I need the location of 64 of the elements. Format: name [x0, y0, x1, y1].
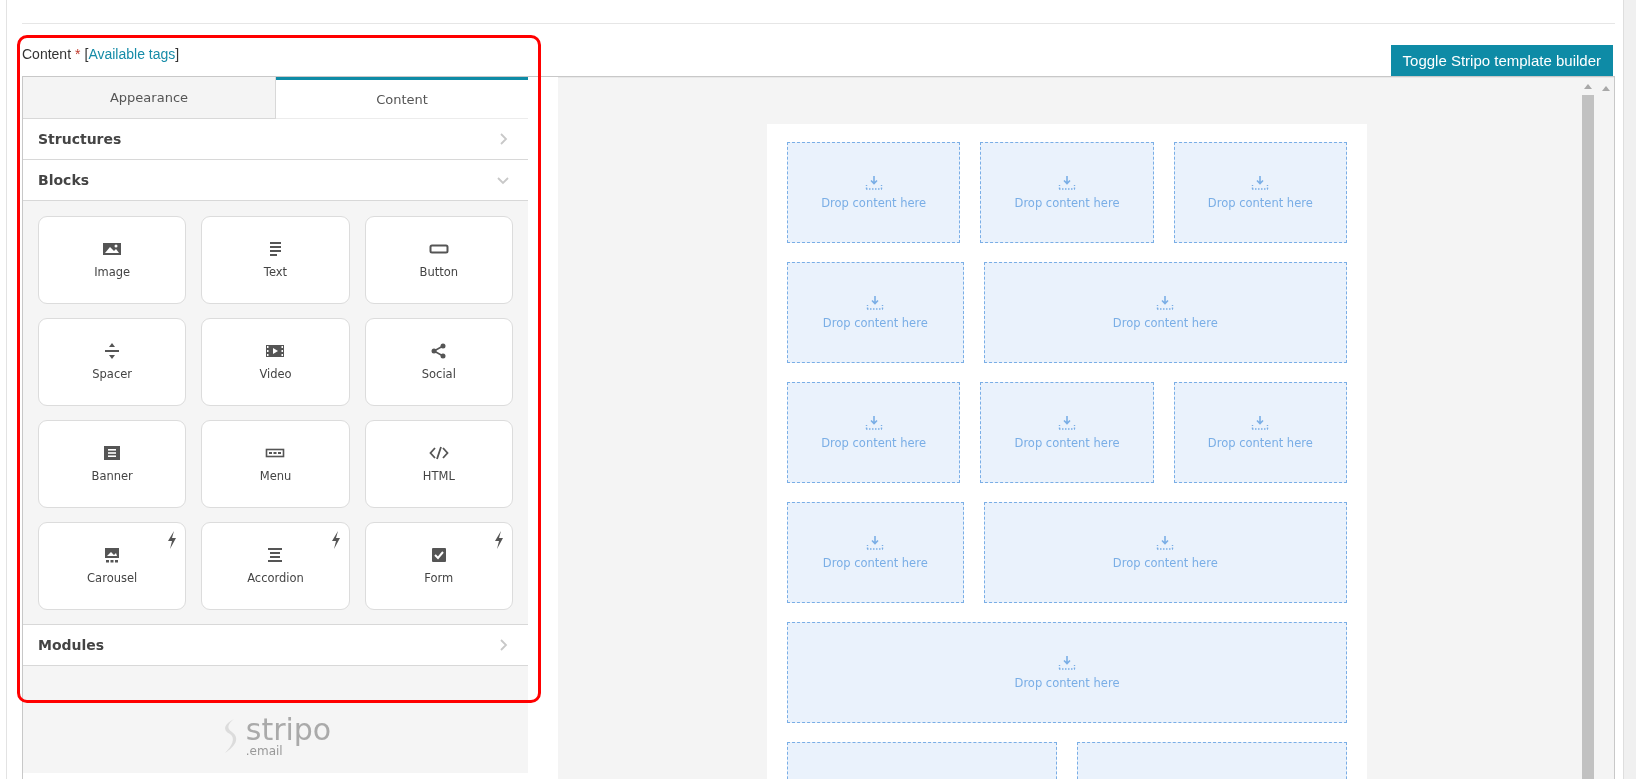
- drop-hint: Drop content here: [1207, 195, 1313, 210]
- block-label: Video: [259, 367, 292, 381]
- drop-icon: [1156, 295, 1175, 310]
- logo-suffix: .email: [245, 745, 283, 757]
- bracket: ]: [175, 46, 180, 62]
- block-label: Accordion: [247, 571, 304, 585]
- lightning-icon: [494, 531, 504, 549]
- drop-icon: [1251, 415, 1270, 430]
- drop-hint: Drop content here: [1207, 435, 1313, 450]
- html-block-icon: [428, 445, 449, 461]
- block-card[interactable]: Button: [364, 216, 513, 304]
- drop-hint: Drop content here: [822, 315, 928, 330]
- toggle-builder-button[interactable]: Toggle Stripo template builder: [1390, 45, 1613, 76]
- block-card[interactable]: Form: [364, 522, 513, 610]
- drop-hint: Drop content here: [822, 555, 928, 570]
- block-card[interactable]: Banner: [38, 420, 187, 508]
- block-label: Spacer: [92, 367, 133, 381]
- block-label: Carousel: [87, 571, 138, 585]
- video-block-icon: [265, 343, 286, 359]
- image-block-icon: [102, 241, 123, 257]
- lightning-icon: [167, 531, 178, 549]
- block-label: Menu: [259, 469, 292, 483]
- block-card[interactable]: Carousel: [38, 522, 187, 610]
- block-card[interactable]: Video: [201, 318, 350, 406]
- required-mark: *: [75, 46, 81, 62]
- tab[interactable]: Appearance: [23, 77, 276, 119]
- block-card[interactable]: Social: [364, 318, 513, 406]
- banner-block-icon: [102, 445, 123, 461]
- logo-wordmark: stripo: [245, 715, 332, 745]
- drop-icon: [1058, 415, 1076, 430]
- block-card[interactable]: Image: [38, 216, 187, 304]
- drop-hint: Drop content here: [1014, 435, 1120, 450]
- block-label: Button: [419, 265, 459, 279]
- drop-icon: [866, 535, 885, 550]
- drop-icon: [1058, 175, 1076, 190]
- block-label: Text: [263, 265, 288, 279]
- block-label: Image: [94, 265, 131, 279]
- block-card[interactable]: Spacer: [38, 318, 187, 406]
- drop-icon: [864, 415, 883, 430]
- block-label: HTML: [422, 469, 455, 483]
- drop-icon: [864, 175, 883, 190]
- drop-hint: Drop content here: [1014, 195, 1120, 210]
- tab[interactable]: Content: [276, 77, 528, 119]
- block-card[interactable]: Accordion: [201, 522, 350, 610]
- lightning-icon: [330, 531, 341, 549]
- block-card[interactable]: HTML: [364, 420, 513, 508]
- drop-icon: [1156, 535, 1175, 550]
- bracket: [: [84, 46, 89, 62]
- drop-hint: Drop content here: [1112, 315, 1218, 330]
- scroll-up-icon: [1584, 84, 1592, 89]
- scroll-up-icon: [1602, 86, 1610, 91]
- block-card[interactable]: Menu: [201, 420, 350, 508]
- drop-hint: Drop content here: [1014, 675, 1120, 690]
- drop-hint: Drop content here: [821, 195, 927, 210]
- drop-hint: Drop content here: [1112, 555, 1218, 570]
- drop-icon: [866, 295, 885, 310]
- drop-hint: Drop content here: [821, 435, 927, 450]
- block-label: Social: [421, 367, 456, 381]
- drop-icon: [1058, 655, 1076, 670]
- block-card[interactable]: Text: [201, 216, 350, 304]
- block-label: Banner: [91, 469, 133, 483]
- block-label: Form: [424, 571, 454, 585]
- drop-icon: [1251, 175, 1270, 190]
- field-label: Content: [22, 46, 72, 62]
